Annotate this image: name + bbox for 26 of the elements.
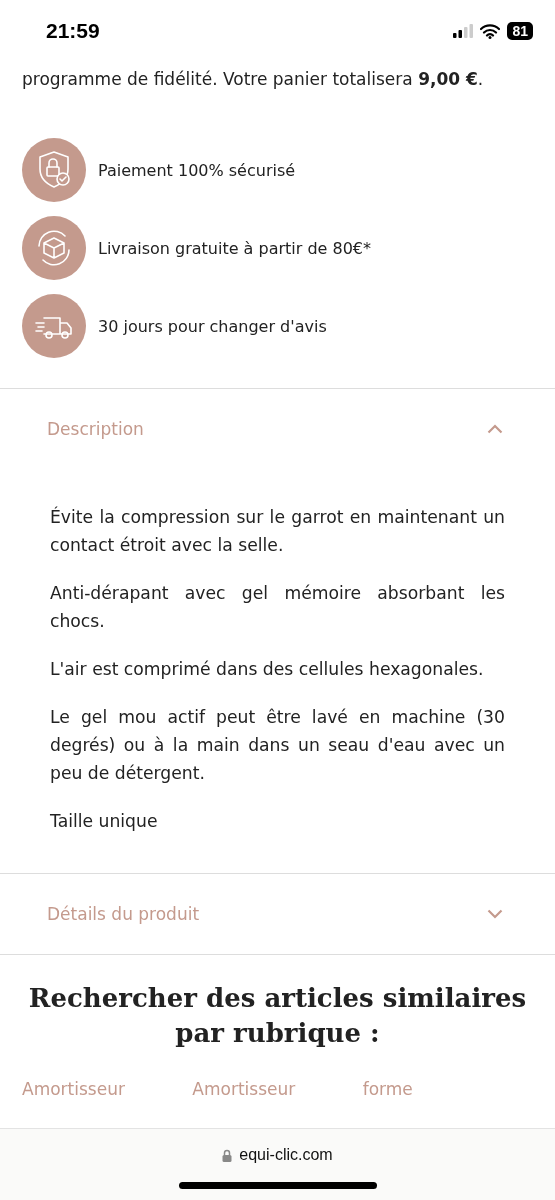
url-text[interactable]: equi-clic.com	[239, 1146, 333, 1164]
shield-lock-icon	[22, 138, 86, 202]
chevron-icon	[487, 424, 503, 434]
description-paragraph: Anti-dérapant avec gel mémoire absorbant les chocs.	[50, 582, 505, 633]
section-heading: Rechercher des articles similaires par rubrique :	[27, 982, 528, 1050]
description-paragraph: Taille unique	[50, 810, 159, 833]
signal-icon	[453, 24, 474, 38]
accordion-header[interactable]: Description	[0, 389, 555, 469]
feature-label: Livraison gratuite à partir de 80€*	[98, 238, 372, 258]
box-cycle-icon	[22, 216, 86, 280]
description-paragraph: L'air est comprimé dans des cellules hexagonales.	[50, 658, 485, 681]
feature-label: 30 jours pour changer d'avis	[98, 316, 327, 336]
status-time: 21:59	[46, 19, 100, 43]
feature-label: Paiement 100% sécurisé	[98, 160, 296, 180]
category-link[interactable]: Amortisseur	[22, 1079, 193, 1099]
chevron-icon	[487, 909, 503, 919]
truck-icon	[22, 294, 86, 358]
description-paragraph: Évite la compression sur le garrot en maintenant un contact étroit avec la selle.	[50, 505, 505, 557]
lock-icon	[222, 1148, 233, 1162]
cart-total-text: programme de fidélité. Votre panier totalisera 9,00 €.	[22, 68, 485, 91]
description-paragraph: Le gel mou actif peut être lavé en machine (30 degrés) ou à la main dans un seau d'eau avec un peu de détergent.	[50, 706, 505, 785]
battery-level: 81	[507, 22, 533, 40]
category-link[interactable]: forme	[362, 1079, 533, 1099]
category-link[interactable]: Amortisseur	[192, 1079, 363, 1099]
accordion-header[interactable]: Détails du produit	[0, 874, 555, 954]
wifi-icon	[480, 23, 501, 39]
